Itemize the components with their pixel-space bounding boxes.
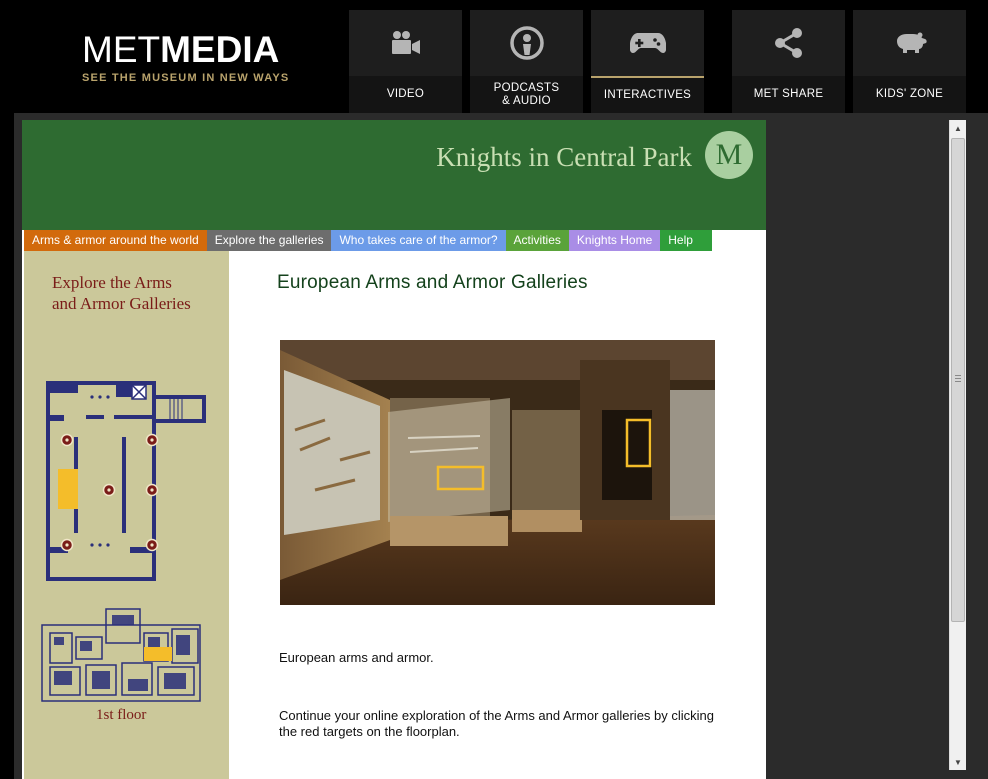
scroll-up-arrow-icon[interactable]: ▲ bbox=[950, 120, 966, 136]
scroll-down-arrow-icon[interactable]: ▼ bbox=[950, 754, 966, 770]
bear-icon bbox=[853, 10, 966, 76]
brand-light: MET bbox=[82, 29, 161, 70]
selected-gallery-highlight bbox=[58, 469, 78, 509]
tab-help[interactable]: Help bbox=[660, 230, 712, 251]
monogram-letter: M bbox=[715, 138, 743, 171]
gallery-floorplan bbox=[46, 381, 206, 581]
share-icon bbox=[732, 10, 845, 76]
museum-floor-map bbox=[41, 608, 201, 702]
tab-activities[interactable]: Activities bbox=[505, 230, 569, 251]
nav-metshare-button[interactable]: MET SHARE bbox=[732, 10, 845, 113]
section-tabs: Arms & armor around the world Explore th… bbox=[24, 230, 712, 251]
page-heading: European Arms and Armor Galleries bbox=[277, 272, 588, 293]
nav-podcasts-button[interactable]: PODCASTS & AUDIO bbox=[470, 10, 583, 113]
main-panel: European Arms and Armor Galleries Europe… bbox=[229, 251, 766, 779]
site-header: METMEDIA SEE THE MUSEUM IN NEW WAYS VIDE… bbox=[0, 0, 988, 113]
brand-name: METMEDIA bbox=[82, 30, 289, 70]
vertical-scrollbar[interactable]: ▲ ▼ bbox=[949, 120, 966, 770]
instructions-text: Continue your online exploration of the … bbox=[279, 708, 715, 739]
tab-who-takes-care[interactable]: Who takes care of the armor? bbox=[331, 230, 506, 251]
scrollbar-thumb[interactable] bbox=[951, 138, 965, 622]
tab-explore-galleries[interactable]: Explore the galleries bbox=[206, 230, 332, 251]
sidebar-title: Explore the Arms and Armor Galleries bbox=[52, 272, 191, 314]
video-camera-icon bbox=[349, 10, 462, 76]
knights-banner: Knights in Central Park M bbox=[22, 120, 766, 230]
nav-interactives-button[interactable]: INTERACTIVES bbox=[591, 10, 704, 113]
podcast-icon bbox=[470, 10, 583, 76]
brand-tagline: SEE THE MUSEUM IN NEW WAYS bbox=[82, 72, 290, 84]
interactive-window: Knights in Central Park M Arms & armor a… bbox=[22, 120, 766, 779]
grip-icon bbox=[955, 375, 961, 382]
nav-label: VIDEO bbox=[349, 76, 462, 113]
nav-label: INTERACTIVES bbox=[591, 76, 704, 113]
tab-knights-home[interactable]: Knights Home bbox=[568, 230, 661, 251]
nav-video-button[interactable]: VIDEO bbox=[349, 10, 462, 113]
gamepad-icon bbox=[591, 10, 704, 76]
nav-label: KIDS' ZONE bbox=[853, 76, 966, 113]
nav-label: MET SHARE bbox=[732, 76, 845, 113]
nav-kidszone-button[interactable]: KIDS' ZONE bbox=[853, 10, 966, 113]
photo-caption: European arms and armor. bbox=[279, 650, 434, 665]
floor-label: 1st floor bbox=[96, 707, 147, 723]
brand-bold: MEDIA bbox=[160, 29, 280, 70]
met-monogram-logo[interactable]: M bbox=[705, 131, 753, 179]
sidebar-title-line: Explore the Arms bbox=[52, 273, 172, 292]
nav-label: PODCASTS & AUDIO bbox=[470, 76, 583, 113]
banner-title: Knights in Central Park bbox=[436, 142, 692, 172]
tab-arms-around-world[interactable]: Arms & armor around the world bbox=[24, 230, 207, 251]
gallery-photo bbox=[280, 340, 715, 605]
sidebar-title-line: and Armor Galleries bbox=[52, 294, 191, 313]
metmedia-logo[interactable]: METMEDIA SEE THE MUSEUM IN NEW WAYS bbox=[82, 30, 290, 85]
current-wing-highlight bbox=[144, 647, 172, 661]
gallery-sidebar: Explore the Arms and Armor Galleries 1st… bbox=[24, 251, 229, 779]
